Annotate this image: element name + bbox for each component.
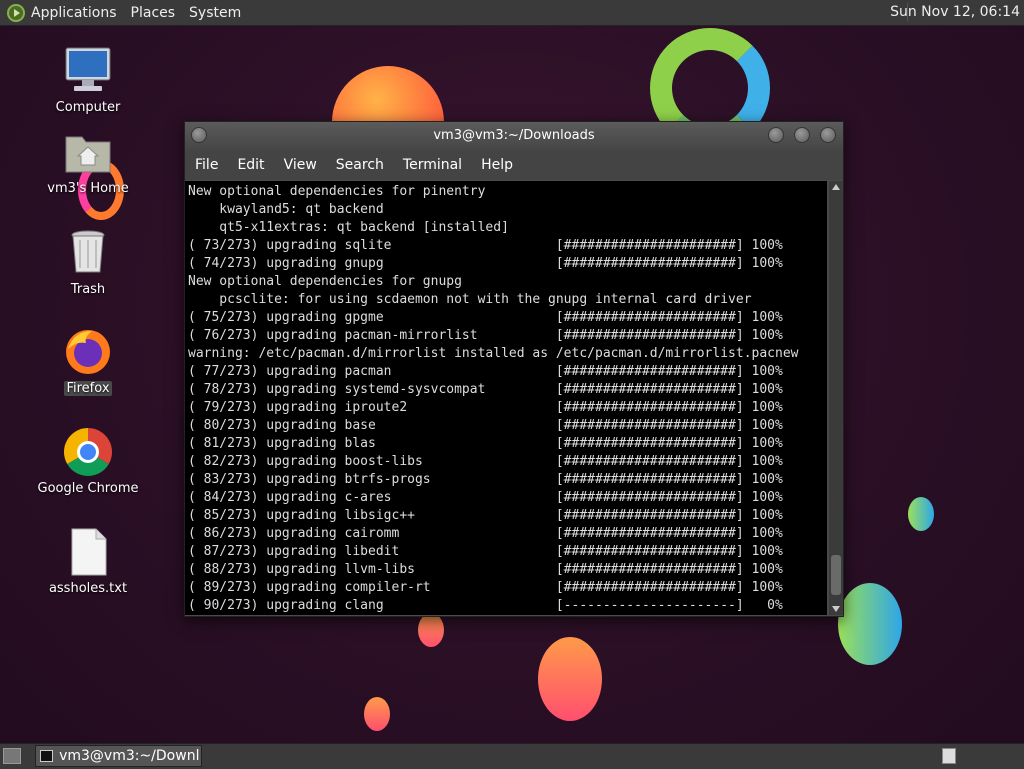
terminal-line: ( 76/273) upgrading pacman-mirrorlist [#… xyxy=(188,328,783,343)
terminal-text: New optional dependencies for pinentry k… xyxy=(185,181,827,615)
trash-icon xyxy=(62,228,114,278)
firefox-icon xyxy=(62,327,114,377)
chrome-icon xyxy=(62,427,114,477)
terminal-icon xyxy=(40,750,54,762)
desktop-icon-label: Google Chrome xyxy=(37,481,139,496)
terminal-menubar: File Edit View Search Terminal Help xyxy=(185,150,843,180)
wallpaper-blue-orb-large xyxy=(838,583,902,665)
terminal-scrollbar[interactable] xyxy=(829,181,843,615)
terminal-line: ( 75/273) upgrading gpgme [#############… xyxy=(188,310,783,325)
terminal-line: New optional dependencies for gnupg xyxy=(188,274,462,289)
minimize-icon[interactable] xyxy=(768,127,784,143)
menu-applications[interactable]: Applications xyxy=(31,5,117,21)
terminal-line: ( 86/273) upgrading cairomm [###########… xyxy=(188,526,783,541)
bottom-panel: vm3@vm3:~/Downl... xyxy=(0,743,1024,769)
terminal-line: kwayland5: qt backend xyxy=(188,202,384,217)
desktop-icon-textfile[interactable]: assholes.txt xyxy=(33,527,143,596)
taskbar-item-label: vm3@vm3:~/Downl... xyxy=(59,748,201,764)
distro-logo-icon[interactable] xyxy=(7,3,25,22)
terminal-line: ( 90/273) upgrading clang [-------------… xyxy=(188,598,783,613)
terminal-line: ( 74/273) upgrading gnupg [#############… xyxy=(188,256,783,271)
terminal-line: New optional dependencies for pinentry xyxy=(188,184,486,199)
desktop-icon-label: vm3's Home xyxy=(47,181,129,196)
terminal-line: ( 77/273) upgrading pacman [############… xyxy=(188,364,783,379)
terminal-line: warning: /etc/pacman.d/mirrorlist instal… xyxy=(188,346,799,361)
desktop-icon-chrome[interactable]: Google Chrome xyxy=(33,427,143,496)
menu-edit[interactable]: Edit xyxy=(237,157,264,173)
menu-search[interactable]: Search xyxy=(336,157,384,173)
terminal-line: ( 81/273) upgrading blas [##############… xyxy=(188,436,783,451)
menu-view[interactable]: View xyxy=(284,157,317,173)
wallpaper-blue-orb-small xyxy=(908,497,934,531)
taskbar-item-terminal[interactable]: vm3@vm3:~/Downl... xyxy=(35,745,202,767)
home-folder-icon xyxy=(62,127,114,177)
terminal-line: ( 89/273) upgrading compiler-rt [#######… xyxy=(188,580,783,595)
wallpaper-orange-orb-tiny xyxy=(364,697,390,731)
show-desktop-icon[interactable] xyxy=(3,748,21,764)
desktop-icon-computer[interactable]: Computer xyxy=(33,46,143,115)
terminal-window[interactable]: vm3@vm3:~/Downloads File Edit View Searc… xyxy=(184,121,844,617)
terminal-line: ( 84/273) upgrading c-ares [############… xyxy=(188,490,783,505)
desktop-icon-label: Firefox xyxy=(64,381,112,396)
desktop-icon-label: Trash xyxy=(70,282,106,297)
maximize-icon[interactable] xyxy=(794,127,810,143)
menu-help[interactable]: Help xyxy=(481,157,513,173)
clock[interactable]: Sun Nov 12, 06:14 xyxy=(890,4,1020,20)
terminal-output[interactable]: New optional dependencies for pinentry k… xyxy=(185,181,827,615)
terminal-line: pcsclite: for using scdaemon not with th… xyxy=(188,292,752,307)
scrollbar-thumb[interactable] xyxy=(831,555,841,595)
terminal-line: ( 73/273) upgrading sqlite [############… xyxy=(188,238,783,253)
desktop-icon-firefox[interactable]: Firefox xyxy=(33,327,143,396)
wallpaper-orange-orb-small xyxy=(418,613,444,647)
desktop-icon-home[interactable]: vm3's Home xyxy=(33,127,143,196)
wallpaper-orange-orb-bottom xyxy=(538,637,602,721)
menu-system[interactable]: System xyxy=(189,5,241,21)
computer-icon xyxy=(62,46,114,96)
menu-file[interactable]: File xyxy=(195,157,218,173)
terminal-line: ( 88/273) upgrading llvm-libs [#########… xyxy=(188,562,783,577)
terminal-line: ( 78/273) upgrading systemd-sysvcompat [… xyxy=(188,382,783,397)
text-file-icon xyxy=(62,527,114,577)
terminal-line: ( 80/273) upgrading base [##############… xyxy=(188,418,783,433)
scroll-down-arrow-icon[interactable] xyxy=(832,606,840,612)
close-icon[interactable] xyxy=(820,127,836,143)
terminal-line: qt5-x11extras: qt backend [installed] xyxy=(188,220,509,235)
terminal-line: ( 79/273) upgrading iproute2 [##########… xyxy=(188,400,783,415)
terminal-line: ( 87/273) upgrading libedit [###########… xyxy=(188,544,783,559)
menu-places[interactable]: Places xyxy=(131,5,176,21)
terminal-line: ( 83/273) upgrading btrfs-progs [#######… xyxy=(188,472,783,487)
desktop-icon-trash[interactable]: Trash xyxy=(33,228,143,297)
terminal-line: ( 82/273) upgrading boost-libs [########… xyxy=(188,454,783,469)
terminal-titlebar[interactable]: vm3@vm3:~/Downloads xyxy=(185,122,843,150)
window-title: vm3@vm3:~/Downloads xyxy=(433,128,595,143)
desktop-icon-label: assholes.txt xyxy=(48,581,128,596)
top-panel: Applications Places System Sun Nov 12, 0… xyxy=(0,0,1024,26)
workspace-switcher[interactable] xyxy=(942,748,956,764)
menu-terminal[interactable]: Terminal xyxy=(403,157,462,173)
desktop-icon-label: Computer xyxy=(55,100,121,115)
scroll-up-arrow-icon[interactable] xyxy=(832,184,840,190)
terminal-line: ( 85/273) upgrading libsigc++ [#########… xyxy=(188,508,783,523)
